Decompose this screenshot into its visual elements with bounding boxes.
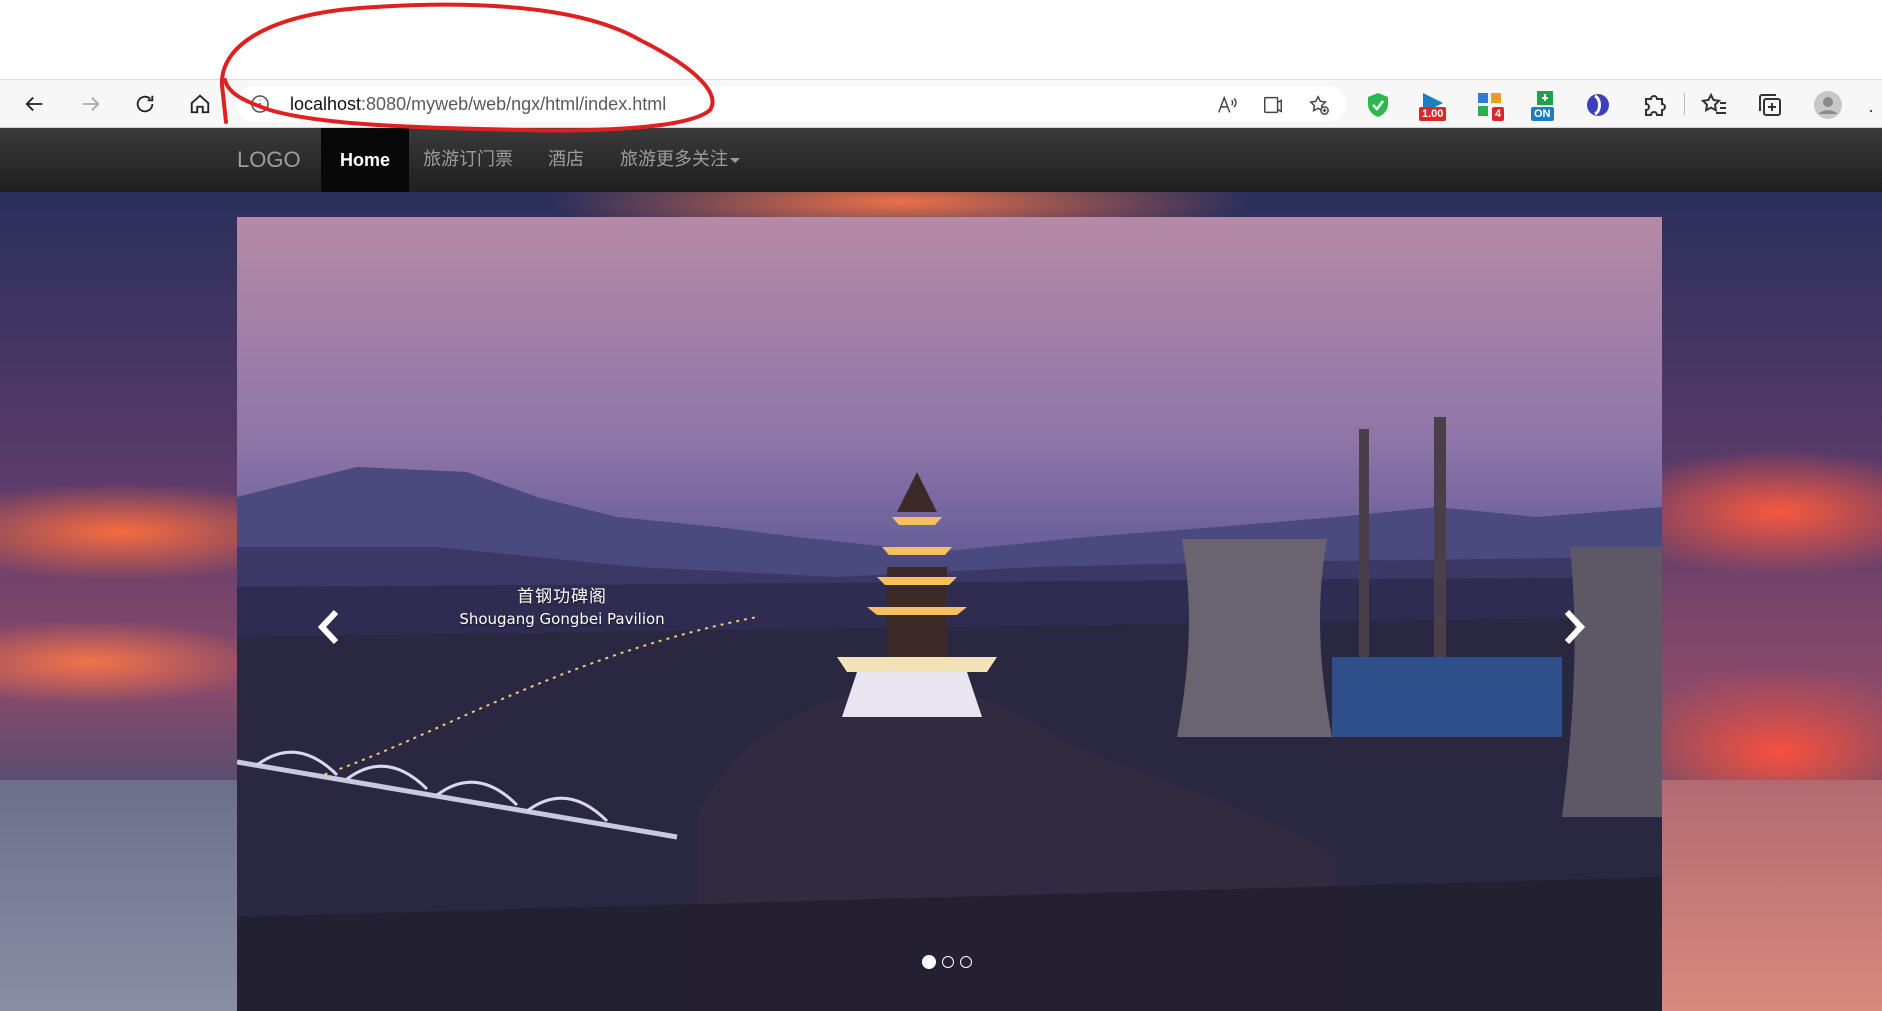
info-icon[interactable] bbox=[250, 94, 270, 114]
extension-3-button[interactable]: ON bbox=[1529, 89, 1561, 121]
profile-avatar[interactable] bbox=[1812, 89, 1844, 121]
chevron-left-icon bbox=[317, 609, 339, 645]
background-water-left bbox=[0, 780, 237, 1011]
refresh-icon bbox=[136, 95, 154, 113]
caret-down-icon bbox=[730, 157, 740, 163]
browser-toolbar: localhost:8080/myweb/web/ngx/html/index.… bbox=[0, 79, 1882, 128]
nav-item-more-dropdown[interactable]: 旅游更多关注 bbox=[601, 128, 759, 192]
carousel-indicator-2[interactable] bbox=[942, 956, 954, 968]
extension-2-button[interactable]: 4 bbox=[1474, 89, 1506, 121]
carousel-indicator-1[interactable] bbox=[922, 955, 936, 969]
background-water-right bbox=[1662, 780, 1882, 1011]
home-icon bbox=[190, 94, 210, 114]
nav-item-hotel[interactable]: 酒店 bbox=[529, 128, 603, 192]
arrow-left-icon bbox=[25, 96, 43, 112]
home-button[interactable] bbox=[180, 80, 220, 128]
nav-item-more-label: 旅游更多关注 bbox=[620, 149, 728, 170]
caption-title-cn: 首钢功碑阁 bbox=[517, 587, 607, 607]
extension-2-badge: 4 bbox=[1492, 107, 1505, 121]
url-path: :8080/myweb/web/ngx/html/index.html bbox=[361, 94, 667, 114]
site-navbar: LOGO Home 旅游订门票 酒店 旅游更多关注 bbox=[0, 128, 1882, 192]
nav-item-home[interactable]: Home bbox=[321, 128, 410, 192]
toolbar-divider bbox=[1684, 93, 1685, 115]
add-favorite-icon[interactable] bbox=[1306, 92, 1332, 118]
extension-3-badge: ON bbox=[1531, 107, 1554, 121]
forward-button[interactable] bbox=[70, 80, 110, 128]
arrow-right-icon bbox=[82, 96, 100, 112]
chevron-right-icon bbox=[1564, 609, 1586, 645]
window-top-area bbox=[0, 0, 1882, 79]
extension-1-button[interactable]: 1.00 bbox=[1417, 89, 1449, 121]
carousel-indicators bbox=[922, 955, 972, 969]
favorites-icon[interactable] bbox=[1698, 89, 1730, 121]
carousel-next-button[interactable] bbox=[1553, 597, 1593, 657]
read-aloud-icon[interactable] bbox=[1214, 92, 1240, 118]
image-carousel: 首钢功碑阁 Shougang Gongbei Pavilion bbox=[237, 217, 1662, 1011]
more-menu-icon[interactable]: · bbox=[1868, 100, 1874, 121]
url-text[interactable]: localhost:8080/myweb/web/ngx/html/index.… bbox=[290, 86, 666, 122]
carousel-indicator-3[interactable] bbox=[960, 956, 972, 968]
shield-icon[interactable] bbox=[1362, 89, 1394, 121]
site-logo[interactable]: LOGO bbox=[237, 128, 301, 192]
immersive-reader-icon[interactable] bbox=[1260, 92, 1286, 118]
refresh-button[interactable] bbox=[125, 80, 165, 128]
url-host: localhost bbox=[290, 94, 362, 114]
carousel-caption: 首钢功碑阁 Shougang Gongbei Pavilion bbox=[437, 582, 687, 628]
extension-1-badge: 1.00 bbox=[1419, 107, 1447, 121]
address-bar[interactable]: localhost:8080/myweb/web/ngx/html/index.… bbox=[236, 86, 1346, 122]
collections-icon[interactable] bbox=[1754, 89, 1786, 121]
back-button[interactable] bbox=[15, 80, 55, 128]
caption-title-en: Shougang Gongbei Pavilion bbox=[459, 610, 665, 628]
extension-4-icon[interactable] bbox=[1582, 89, 1614, 121]
extensions-puzzle-icon[interactable] bbox=[1638, 89, 1670, 121]
carousel-prev-button[interactable] bbox=[310, 597, 350, 657]
nav-item-tickets[interactable]: 旅游订门票 bbox=[404, 128, 532, 192]
